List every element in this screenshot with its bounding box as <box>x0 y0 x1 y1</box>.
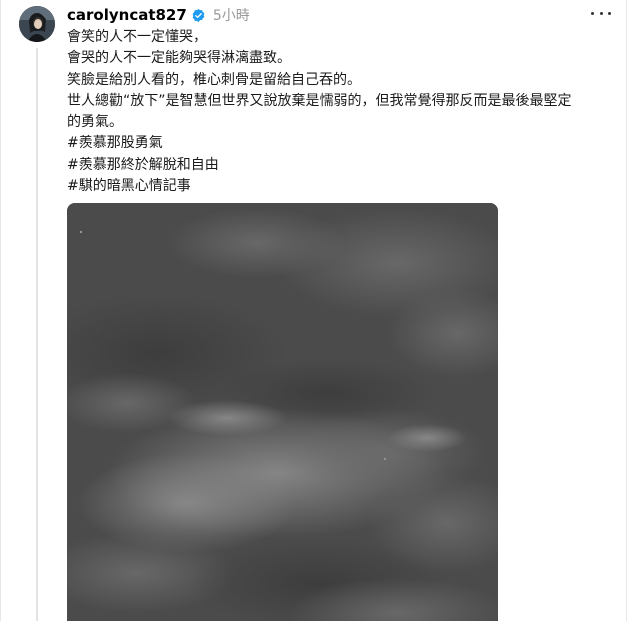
post-text-line: 會哭的人不一定能夠哭得淋漓盡致。 <box>67 50 291 67</box>
post-text-line: 會笑的人不一定懂哭， <box>67 29 207 45</box>
post-text-line: 的勇氣。 <box>67 114 123 131</box>
more-options-icon[interactable] <box>591 6 611 20</box>
hashtag-link[interactable]: #騏的暗黑心情記事 <box>67 176 619 197</box>
avatar[interactable] <box>19 6 55 42</box>
username[interactable]: carolyncat827 <box>67 6 187 24</box>
verified-badge-icon <box>192 8 205 22</box>
hashtag-link[interactable]: #羨慕那終於解脫和自由 <box>67 155 619 176</box>
post-text-line: 笑臉是給別人看的，椎心刺骨是留給自己吞的。 <box>67 71 361 88</box>
post-body: 會笑的人不一定懂哭， 會哭的人不一定能夠哭得淋漓盡致。 笑臉是給別人看的，椎心刺… <box>67 27 619 197</box>
post-header: carolyncat827 5小時 <box>67 5 250 25</box>
avatar-image <box>19 6 55 42</box>
post-photo-night-sky[interactable] <box>67 203 498 621</box>
post-text-line: 世人總勸“放下”是智慧但世界又說放棄是懦弱的，但我常覺得那反而是最後最堅定 <box>67 92 572 109</box>
hashtag-link[interactable]: #羨慕那股勇氣 <box>67 133 619 154</box>
post-timestamp: 5小時 <box>212 8 250 24</box>
sky-photo-image <box>67 203 498 621</box>
thread-connector-line <box>36 48 38 621</box>
post-card: carolyncat827 5小時 會笑的人不一定懂哭， 會哭的人不一定能夠哭得… <box>0 0 627 621</box>
